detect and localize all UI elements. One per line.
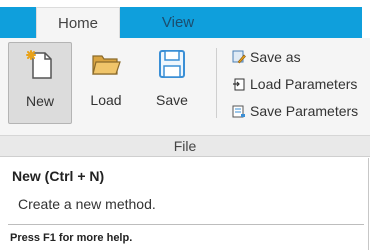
save-parameters-label: Save Parameters (250, 103, 359, 119)
load-button[interactable]: Load (74, 42, 138, 124)
new-document-icon (25, 49, 57, 81)
tooltip-border (368, 158, 369, 250)
save-as-button[interactable]: Save as (232, 47, 301, 67)
folder-open-icon (90, 48, 122, 80)
save-parameters-button[interactable]: Save Parameters (232, 101, 358, 121)
save-button[interactable]: Save (140, 42, 204, 124)
save-as-label: Save as (250, 49, 301, 65)
tab-home[interactable]: Home (36, 7, 120, 38)
save-as-icon (232, 49, 246, 64)
load-parameters-label: Load Parameters (250, 76, 358, 92)
tooltip-divider (8, 224, 364, 225)
load-parameters-button[interactable]: Load Parameters (232, 74, 357, 94)
tooltip-description: Create a new method. (18, 196, 156, 212)
ribbon-group-label: File (0, 136, 370, 157)
floppy-disk-icon (156, 48, 188, 80)
tooltip-help-text: Press F1 for more help. (10, 232, 133, 244)
new-button[interactable]: New (8, 42, 72, 124)
ribbon-tab-strip: Home View (0, 0, 370, 38)
load-button-label: Load (90, 92, 122, 108)
save-button-label: Save (156, 92, 188, 108)
ribbon-separator (216, 48, 217, 118)
load-parameters-icon (232, 76, 246, 91)
tooltip: New (Ctrl + N) Create a new method. Pres… (0, 158, 370, 250)
new-button-label: New (25, 93, 54, 109)
tooltip-title: New (Ctrl + N) (12, 168, 105, 184)
save-parameters-icon (232, 103, 246, 118)
tab-view[interactable]: View (140, 7, 216, 38)
ribbon-panel: New Load Save Save as Load Parameters Sa… (0, 38, 370, 136)
